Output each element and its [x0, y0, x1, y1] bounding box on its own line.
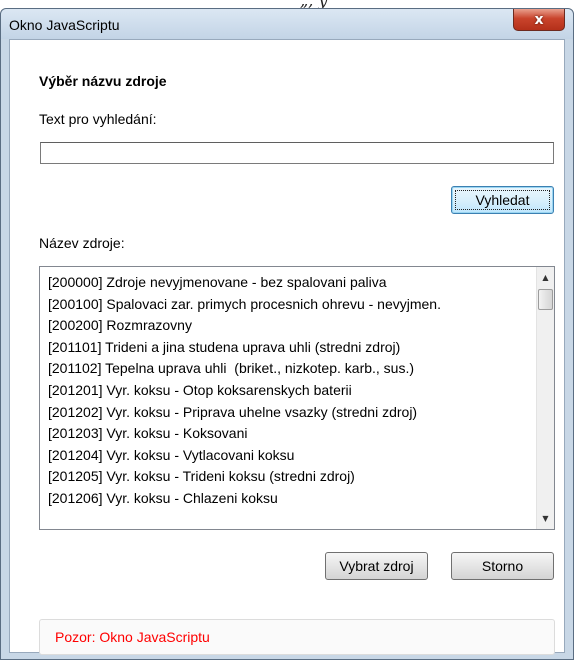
list-item[interactable]: [201203] Vyr. koksu - Koksovani [40, 423, 536, 445]
list-item[interactable]: [201204] Vyr. koksu - Vytlacovani koksu [40, 445, 536, 467]
scroll-down-arrow-icon[interactable]: ▼ [537, 510, 554, 527]
cancel-button[interactable]: Storno [451, 552, 554, 580]
close-button[interactable]: x [513, 9, 565, 31]
list-item[interactable]: [201202] Vyr. koksu - Priprava uhelne vs… [40, 402, 536, 424]
scroll-up-arrow-icon[interactable]: ▲ [537, 269, 554, 286]
list-item[interactable]: [200100] Spalovaci zar. primych procesni… [40, 294, 536, 316]
status-panel: Pozor: Okno JavaScriptu [39, 619, 555, 655]
list-item[interactable]: [201201] Vyr. koksu - Otop koksarenskych… [40, 380, 536, 402]
select-source-button-label: Vybrat zdroj [339, 558, 414, 574]
background-page-strip: „, y [0, 0, 574, 8]
vertical-scrollbar[interactable]: ▲ ▼ [536, 267, 554, 529]
window-title: Okno JavaScriptu [9, 17, 120, 33]
dialog-heading: Výběr názvu zdroje [39, 73, 167, 89]
select-source-button[interactable]: Vybrat zdroj [325, 552, 428, 580]
search-input[interactable] [40, 142, 554, 164]
search-label: Text pro vyhledání: [39, 111, 157, 127]
search-button[interactable]: Vyhledat [451, 186, 554, 214]
title-bar[interactable]: Okno JavaScriptu x [1, 9, 573, 39]
list-item[interactable]: [201205] Vyr. koksu - Trideni koksu (str… [40, 466, 536, 488]
list-label: Název zdroje: [39, 235, 125, 251]
list-item[interactable]: [200000] Zdroje nevyjmenovane - bez spal… [40, 272, 536, 294]
dialog-content: Výběr názvu zdroje Text pro vyhledání: V… [9, 39, 565, 655]
source-listbox[interactable]: [200000] Zdroje nevyjmenovane - bez spal… [39, 266, 555, 530]
scroll-thumb[interactable] [538, 289, 553, 310]
clipped-background-text: „, y [300, 0, 328, 8]
list-item[interactable]: [200200] Rozmrazovny [40, 315, 536, 337]
status-message: Pozor: Okno JavaScriptu [55, 629, 210, 645]
list-item[interactable]: [201206] Vyr. koksu - Chlazeni koksu [40, 488, 536, 510]
focus-ring [455, 190, 550, 210]
source-list: [200000] Zdroje nevyjmenovane - bez spal… [40, 267, 536, 529]
dialog-window: Okno JavaScriptu x Výběr názvu zdroje Te… [0, 8, 574, 660]
close-icon: x [534, 11, 544, 28]
cancel-button-label: Storno [481, 558, 524, 574]
list-item[interactable]: [201101] Trideni a jina studena uprava u… [40, 337, 536, 359]
list-item[interactable]: [201102] Tepelna uprava uhli (briket., n… [40, 358, 536, 380]
